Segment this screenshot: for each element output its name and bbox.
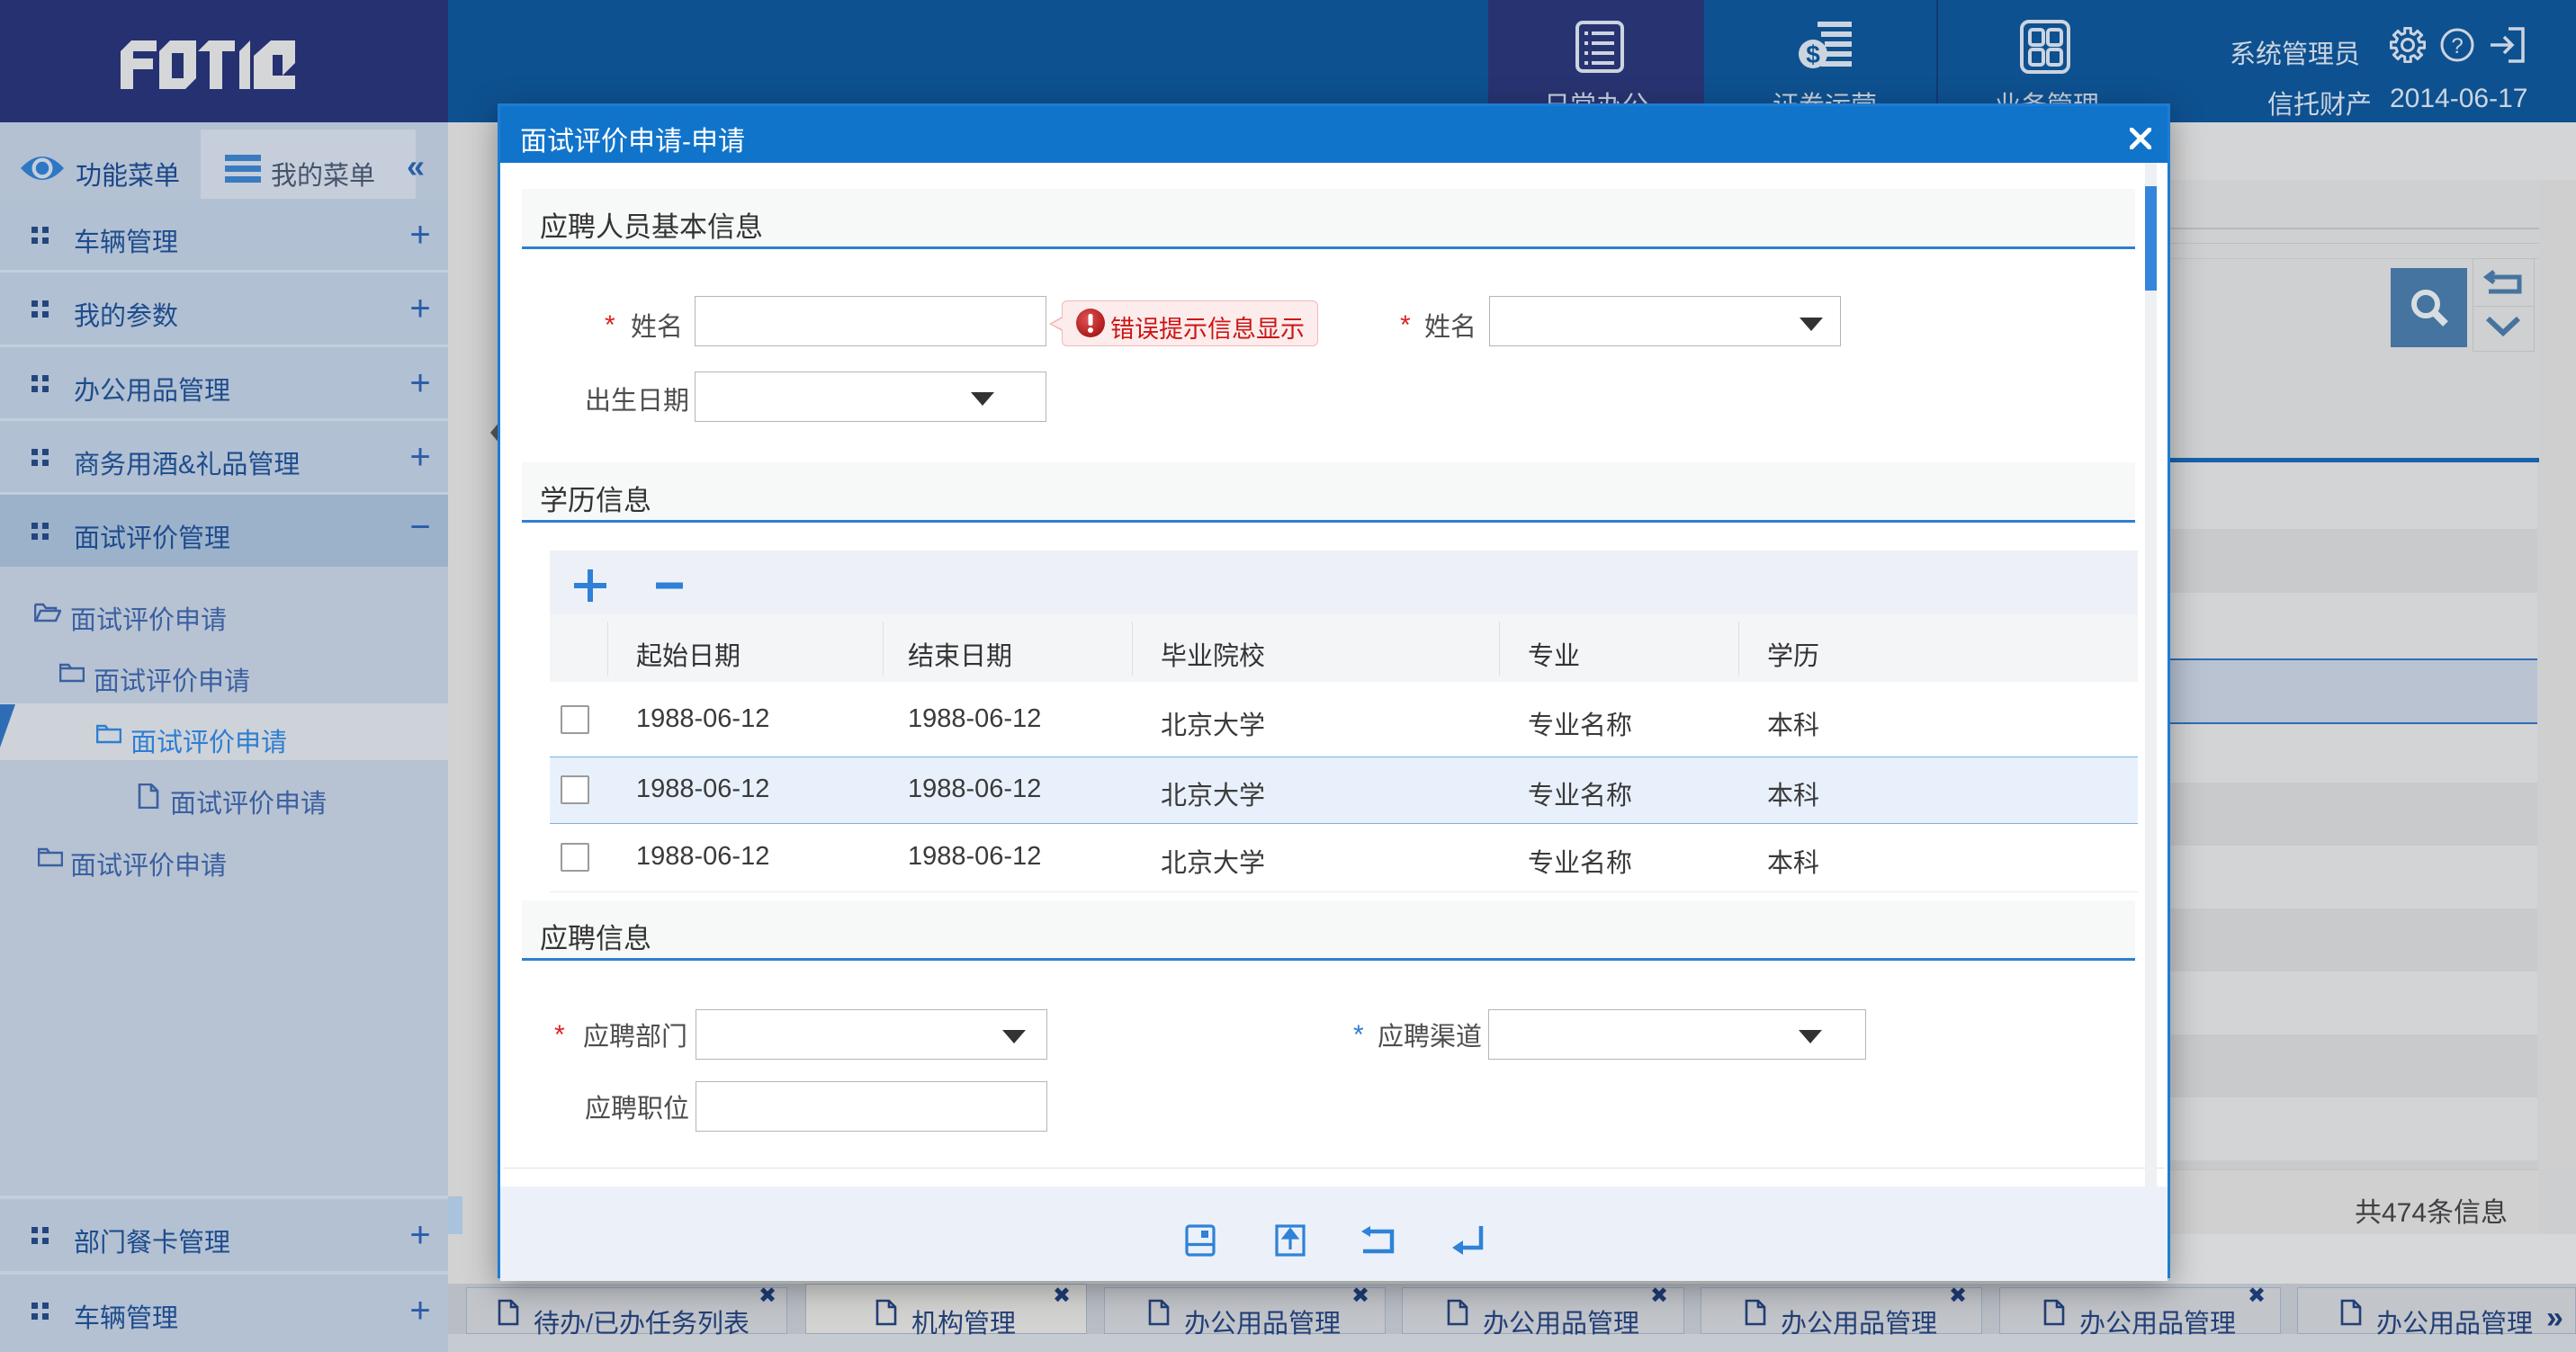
svg-text:?: ?: [2451, 34, 2463, 58]
svg-text:$: $: [1806, 40, 1820, 68]
